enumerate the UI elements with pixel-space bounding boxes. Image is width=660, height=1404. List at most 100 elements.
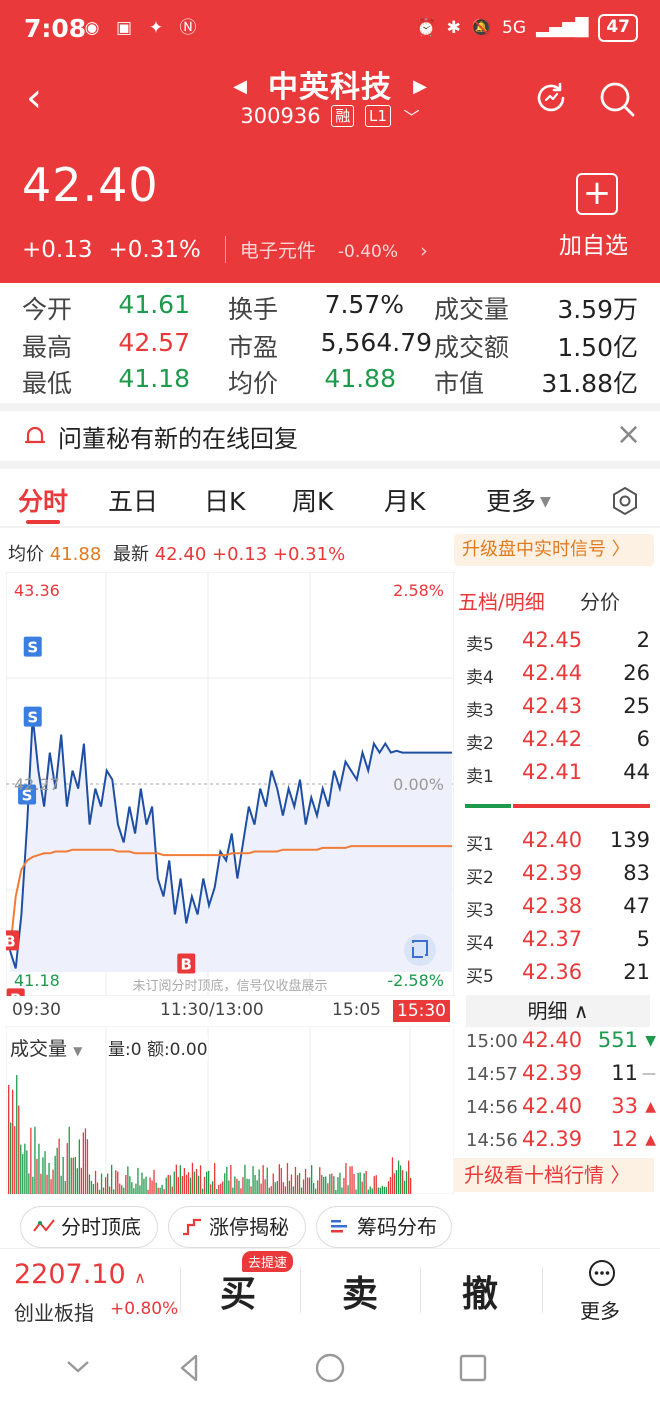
volume-bar [105,1177,107,1194]
refresh-icon[interactable] [533,80,569,116]
time-label: 15:05 [332,1000,381,1020]
nav-recents-icon[interactable] [459,1354,487,1382]
limit-up-reveal-button[interactable]: 涨停揭秘 [168,1206,306,1248]
chip-distribution-button[interactable]: 筹码分布 [316,1206,452,1248]
y-min-label: 41.18 [14,971,60,990]
tick-direction-icon: — [642,1066,656,1082]
volume-bar [248,1179,250,1194]
volume-bar [284,1186,286,1194]
volume-bar [34,1126,36,1194]
signal-marker[interactable]: S [23,706,42,727]
prev-stock-icon[interactable]: ◀ [217,76,263,97]
volume-bar [42,1157,44,1194]
signal-marker[interactable]: B [177,953,196,974]
tab-more[interactable]: 更多 ▼ [486,482,551,518]
more-label[interactable]: 更多 [580,1295,620,1324]
y-min-pct: -2.58% [387,971,444,990]
y-max-pct: 2.58% [393,581,444,600]
volume-bar [151,1180,153,1194]
stat-value: 41.61 [118,290,190,319]
next-stock-icon[interactable]: ▶ [397,76,443,97]
volume-bar [323,1177,325,1194]
mute-icon: 🔕 [470,18,493,38]
volume-label: 成交量 [10,1038,68,1060]
upgrade-signal-link[interactable]: 升级盘中实时信号 〉 [454,534,654,566]
stock-app-icon: ✦ [148,18,164,38]
search-icon[interactable] [598,80,636,118]
nav-home-icon[interactable] [315,1353,345,1383]
volume-bar [18,1105,20,1194]
more-icon[interactable] [588,1259,616,1287]
bid-level: 买5 [466,967,494,987]
intraday-chart[interactable]: SSSBBB 43.36 2.58% 42.27 0.00% 41.18 -2.… [6,572,454,996]
speed-up-badge[interactable]: 去提速 [242,1251,294,1272]
volume-bar [222,1181,224,1194]
volume-bar [292,1186,295,1194]
signal-marker[interactable]: B [6,930,19,950]
volume-bar [127,1166,129,1194]
tab-price-volume[interactable]: 分价 [580,586,620,615]
nav-down-icon[interactable] [67,1361,89,1373]
time-axis: 09:30 11:30/13:00 15:05 15:30 [0,1000,454,1024]
volume-bar [60,1175,62,1194]
tab-daily-k[interactable]: 日K [204,482,245,518]
tick-price: 42.39 [522,1061,583,1085]
volume-bar [84,1128,87,1194]
buy-button[interactable]: 买 [220,1265,256,1317]
tab-monthly-k[interactable]: 月K [384,482,425,518]
volume-bar [260,1183,262,1194]
tab-five-day[interactable]: 五日 [108,482,158,518]
intraday-top-bottom-button[interactable]: 分时顶底 [20,1206,158,1248]
upgrade-ten-level-link[interactable]: 升级看十档行情 〉 [454,1158,654,1192]
settings-hex-icon[interactable] [610,486,640,516]
cancel-order-button[interactable]: 撤 [462,1265,498,1317]
volume-bar [38,1143,40,1194]
add-favorite-button[interactable]: + [576,173,618,215]
fullscreen-icon[interactable] [404,934,436,966]
volume-bar [90,1180,93,1194]
volume-bar [387,1181,390,1194]
volume-bar [234,1176,236,1194]
tick-volume: 551 [597,1028,638,1052]
sell-button[interactable]: 卖 [342,1265,378,1317]
stat-label: 今开 [22,295,73,324]
trade-detail-toggle[interactable]: 明细 ∧ [466,995,650,1027]
volume-bar [109,1186,111,1194]
volume-bar [315,1188,317,1194]
volume-header: 成交量 ▼ 量:0 额:0.00 [8,1030,448,1061]
chip-bars-icon [331,1220,347,1233]
sector-link[interactable]: 电子元件 -0.40% › [224,236,444,263]
volume-bar [92,1184,95,1194]
volume-bar [313,1183,315,1194]
nav-back-icon[interactable] [180,1354,198,1382]
limit-up-icon [183,1218,201,1236]
stat-label: 市值 [434,369,485,398]
volume-bar [206,1171,208,1194]
signal-marker[interactable]: S [23,636,42,657]
volume-bar [185,1174,188,1194]
tab-intraday[interactable]: 分时 [18,482,68,518]
secretary-notice[interactable]: 问董秘有新的在线回复 × [0,411,660,461]
tick-direction-icon: ▲ [645,1099,656,1115]
ask-volume: 44 [623,760,650,784]
ask-price: 42.44 [522,661,583,685]
ask-volume: 26 [623,661,650,685]
volume-bar [179,1165,181,1194]
add-favorite-label[interactable]: 加自选 [559,226,628,260]
tick-time: 14:57 [466,1064,518,1085]
tab-weekly-k[interactable]: 周K [292,482,333,518]
ask-volume: 25 [623,694,650,718]
volume-bar [171,1186,173,1194]
volume-bar [111,1164,113,1194]
stat-value: 1.50亿 [557,333,638,362]
separator [180,1267,181,1313]
close-icon[interactable]: × [616,417,641,452]
volume-bar [218,1184,220,1194]
volume-bar [72,1157,74,1194]
volume-bar [30,1127,32,1194]
volume-bar [189,1177,192,1194]
volume-indicator-selector[interactable]: 成交量 ▼ [10,1034,83,1061]
tab-order-book[interactable]: 五档/明细 [458,586,545,615]
index-quote[interactable]: 2207.10 ∧ [14,1259,146,1290]
bid-row: 买4 42.37 5 [466,927,650,957]
